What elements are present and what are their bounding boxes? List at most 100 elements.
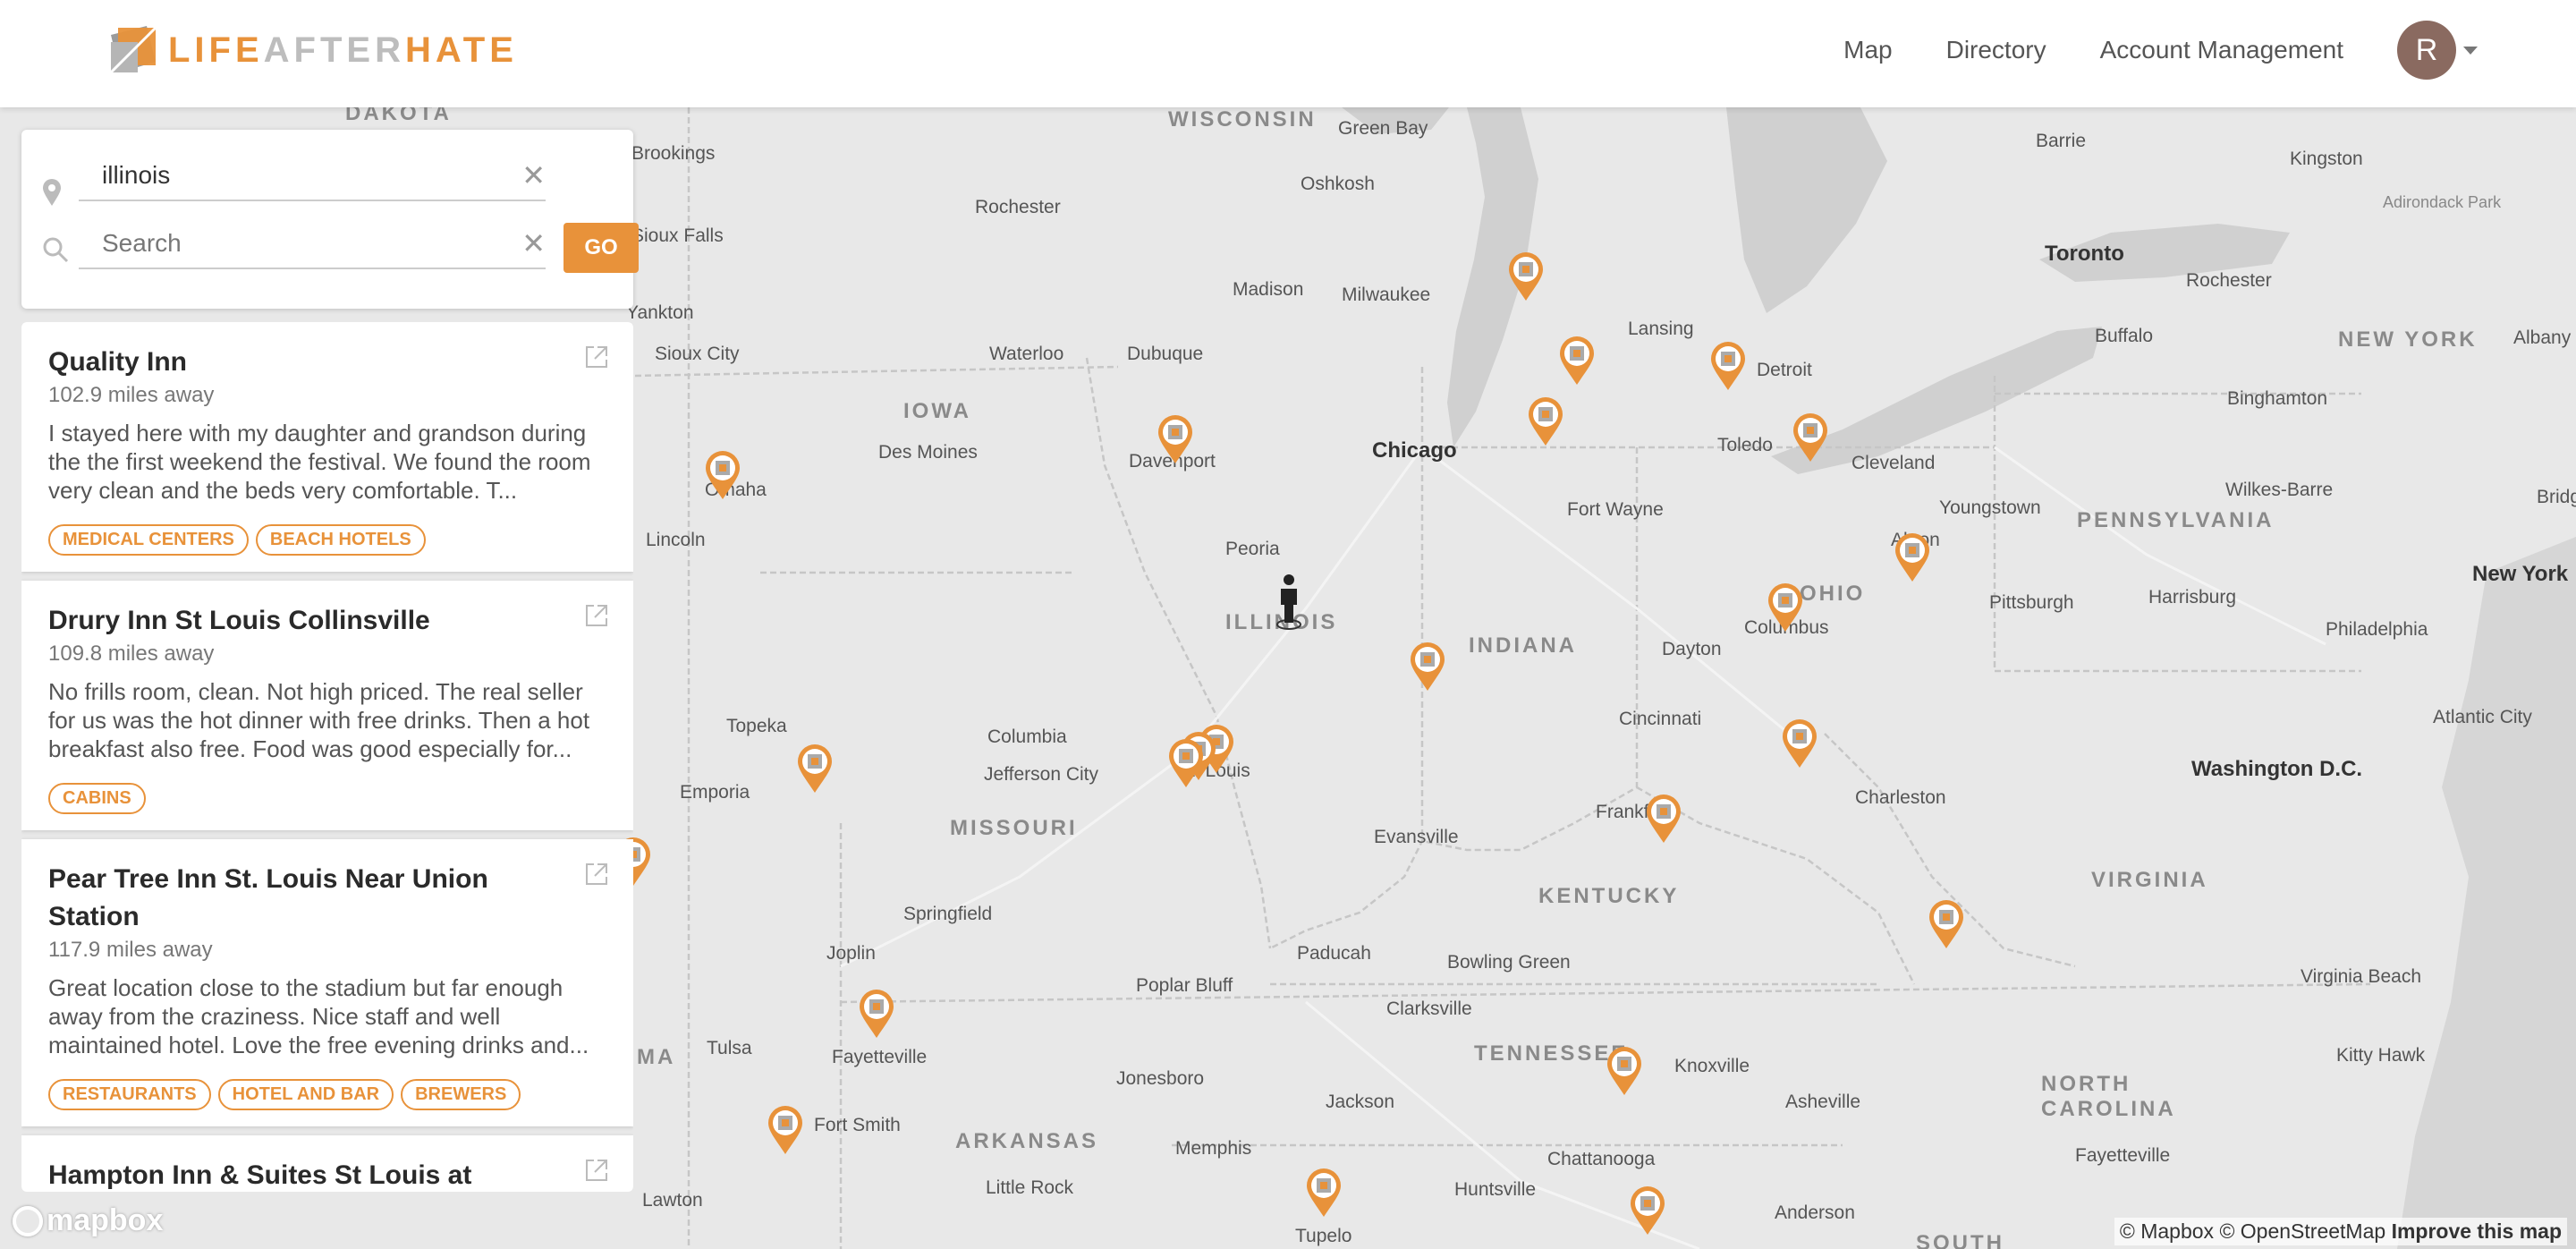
city-label: Fayetteville	[2075, 1145, 2171, 1166]
city-label: Wilkes-Barre	[2225, 480, 2334, 500]
city-label: Dayton	[1662, 639, 1722, 659]
map-pin-icon[interactable]	[1644, 793, 1683, 845]
map-pin-icon[interactable]	[1156, 413, 1195, 465]
map-pin-icon[interactable]	[1780, 718, 1819, 769]
result-description: No frills room, clean. Not high priced. …	[48, 678, 590, 762]
city-label: Bowling Green	[1447, 952, 1571, 973]
result-title[interactable]: Pear Tree Inn St. Louis Near Union Stati…	[48, 861, 549, 936]
city-label: Knoxville	[1674, 1056, 1750, 1076]
region-label: INDIANA	[1469, 633, 1577, 658]
map-pin-icon[interactable]	[1557, 335, 1597, 387]
map-pin-icon[interactable]	[1526, 395, 1565, 447]
external-link-icon[interactable]	[583, 861, 610, 888]
city-label: Binghamton	[2227, 388, 2328, 409]
result-title[interactable]: Drury Inn St Louis Collinsville	[48, 602, 549, 640]
map-pin-icon[interactable]	[1506, 251, 1546, 302]
attribution-mapbox-link[interactable]: © Mapbox	[2120, 1219, 2214, 1243]
city-label: Chattanooga	[1547, 1149, 1656, 1169]
go-button[interactable]: GO	[564, 223, 639, 273]
nav-link-account-management[interactable]: Account Management	[2100, 36, 2343, 64]
logo-text-life: LIFE	[168, 30, 264, 70]
map-pin-icon[interactable]	[1304, 1167, 1343, 1219]
result-description: I stayed here with my daughter and grand…	[48, 420, 591, 504]
city-label: Brookings	[631, 143, 716, 164]
map-pin-icon[interactable]	[1766, 582, 1805, 633]
mapbox-logo[interactable]: mapbox	[13, 1203, 163, 1238]
city-label: Fort Smith	[814, 1115, 901, 1135]
location-field: ✕	[79, 151, 546, 201]
result-distance: 102.9 miles away	[48, 383, 215, 407]
map-pin-icon[interactable]	[795, 743, 835, 794]
map-pin-icon[interactable]	[1708, 340, 1748, 392]
map-pin-icon[interactable]	[1927, 898, 1966, 950]
category-tag[interactable]: RESTAURANTS	[48, 1079, 211, 1110]
city-label: Dubuque	[1127, 344, 1204, 364]
result-card[interactable]: Drury Inn St Louis Collinsville 109.8 mi…	[21, 581, 633, 830]
search-panel: ✕ ✕ GO	[21, 130, 639, 309]
map-pin-icon[interactable]	[1893, 531, 1932, 583]
attribution-osm-link[interactable]: © OpenStreetMap	[2219, 1219, 2385, 1243]
result-card[interactable]: Pear Tree Inn St. Louis Near Union Stati…	[21, 839, 633, 1126]
city-label: Harrisburg	[2148, 587, 2237, 608]
external-link-icon[interactable]	[583, 602, 610, 629]
category-tag[interactable]: BEACH HOTELS	[255, 524, 426, 556]
map-pin-icon[interactable]	[1408, 641, 1447, 692]
city-label: Tupelo	[1295, 1226, 1352, 1246]
map-pin-icon[interactable]	[1628, 1185, 1667, 1236]
location-input[interactable]	[79, 151, 490, 200]
result-title[interactable]: Quality Inn	[48, 344, 549, 381]
nav-link-map[interactable]: Map	[1843, 36, 1892, 64]
city-label: Charleston	[1855, 787, 1946, 808]
map-pin-icon[interactable]	[1791, 412, 1830, 463]
region-label: OHIO	[1800, 582, 1866, 606]
region-label: MISSOURI	[950, 816, 1078, 840]
brand-logo[interactable]: LIFE AFTER HATE	[106, 21, 518, 79]
category-tag[interactable]: CABINS	[48, 783, 146, 814]
city-label: Clarksville	[1386, 998, 1472, 1019]
result-description: Great location close to the stadium but …	[48, 974, 589, 1058]
region-label: DAKOTA	[345, 107, 452, 125]
result-card[interactable]: Quality Inn 102.9 miles away I stayed he…	[21, 322, 633, 572]
region-label: ARKANSAS	[955, 1129, 1099, 1153]
user-avatar[interactable]: R	[2397, 21, 2456, 80]
city-label: Philadelphia	[2326, 619, 2428, 640]
category-tag[interactable]: HOTEL AND BAR	[217, 1079, 394, 1110]
city-label: Rochester	[2186, 270, 2272, 291]
city-label: Youngstown	[1939, 497, 2041, 518]
city-label: Barrie	[2036, 131, 2087, 151]
nav-link-directory[interactable]: Directory	[1946, 36, 2046, 64]
logo-mark-icon	[109, 26, 157, 74]
city-label: Atlantic City	[2433, 707, 2532, 727]
city-label: Bridgeport	[2537, 487, 2576, 507]
external-link-icon[interactable]	[583, 344, 610, 370]
city-label: Kitty Hawk	[2336, 1045, 2426, 1066]
category-tag[interactable]: BREWERS	[401, 1079, 521, 1110]
search-icon	[43, 237, 69, 263]
city-label: Topeka	[726, 716, 787, 736]
city-label: Tulsa	[707, 1038, 752, 1058]
improve-map-link[interactable]: Improve this map	[2392, 1219, 2562, 1243]
region-label: SOUTH	[1916, 1231, 2004, 1249]
city-label: Kingston	[2290, 149, 2363, 169]
clear-search-icon[interactable]: ✕	[521, 226, 546, 260]
city-label: Buffalo	[2095, 326, 2153, 346]
map-pin-icon[interactable]	[703, 449, 742, 501]
location-pin-icon	[43, 179, 61, 206]
region-label: MA	[637, 1045, 676, 1069]
search-input[interactable]	[79, 219, 490, 268]
results-list[interactable]: Quality Inn 102.9 miles away I stayed he…	[21, 322, 633, 1192]
map-pin-icon[interactable]	[1166, 737, 1206, 789]
map-pin-icon[interactable]	[857, 988, 896, 1040]
category-tag[interactable]: MEDICAL CENTERS	[48, 524, 249, 556]
map-attribution: © Mapbox © OpenStreetMap Improve this ma…	[2114, 1218, 2567, 1245]
external-link-icon[interactable]	[583, 1157, 610, 1184]
result-title[interactable]: Hampton Inn & Suites St Louis at Forest	[48, 1157, 549, 1192]
region-label: KENTUCKY	[1538, 884, 1680, 908]
clear-location-icon[interactable]: ✕	[521, 158, 546, 192]
map-pin-icon[interactable]	[1605, 1045, 1644, 1097]
city-label: Albany	[2513, 327, 2572, 348]
map-pin-icon[interactable]	[766, 1104, 805, 1156]
city-label: Des Moines	[878, 442, 978, 463]
chevron-down-icon[interactable]	[2463, 46, 2478, 55]
result-card[interactable]: Hampton Inn & Suites St Louis at Forest	[21, 1135, 633, 1192]
